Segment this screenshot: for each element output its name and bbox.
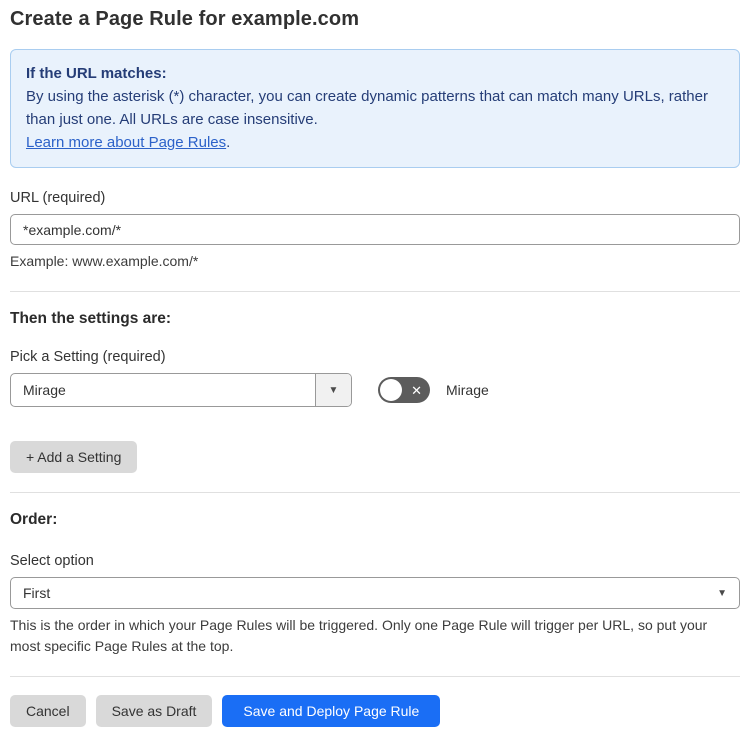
save-and-deploy-button[interactable]: Save and Deploy Page Rule [222,695,441,727]
info-box-body: By using the asterisk (*) character, you… [26,88,708,128]
learn-more-page-rules-link[interactable]: Learn more about Page Rules [26,134,226,151]
divider [10,492,740,493]
toggle-knob [380,379,402,401]
info-box-link-line: Learn more about Page Rules. [26,131,724,154]
url-label: URL (required) [10,190,106,206]
mirage-toggle[interactable]: ✕ [378,377,430,403]
cancel-button[interactable]: Cancel [10,695,86,727]
order-helper-text: This is the order in which your Page Rul… [10,617,708,654]
setting-picker-value: Mirage [23,382,66,398]
setting-row: Mirage ▼ ✕ Mirage [10,373,740,407]
url-example-helper: Example: www.example.com/* [10,253,199,269]
order-select[interactable]: First ▼ [10,577,740,609]
add-setting-wrap: + Add a Setting [10,441,740,473]
divider [10,291,740,292]
add-setting-button[interactable]: + Add a Setting [10,441,138,473]
info-box-heading: If the URL matches: [26,65,167,82]
toggle-off-x-icon: ✕ [411,382,422,398]
order-select-label: Select option [10,553,94,569]
url-input[interactable] [10,214,740,245]
create-page-rule-form: Create a Page Rule for example.com If th… [0,0,750,737]
divider [10,676,740,677]
order-section-heading: Order: [10,511,58,528]
caret-down-icon: ▼ [717,587,727,599]
mirage-toggle-label: Mirage [446,382,489,398]
save-as-draft-button[interactable]: Save as Draft [95,695,213,727]
settings-section-heading: Then the settings are: [10,310,172,327]
page-title: Create a Page Rule for example.com [10,8,360,30]
url-match-info-box: If the URL matches: By using the asteris… [10,49,740,168]
pick-setting-label: Pick a Setting (required) [10,349,166,365]
caret-down-icon[interactable]: ▼ [315,374,351,406]
link-suffix-period: . [226,134,231,151]
setting-picker-dropdown[interactable]: Mirage ▼ [10,373,352,407]
order-select-value: First [23,585,51,601]
footer-actions: Cancel Save as Draft Save and Deploy Pag… [10,695,740,727]
